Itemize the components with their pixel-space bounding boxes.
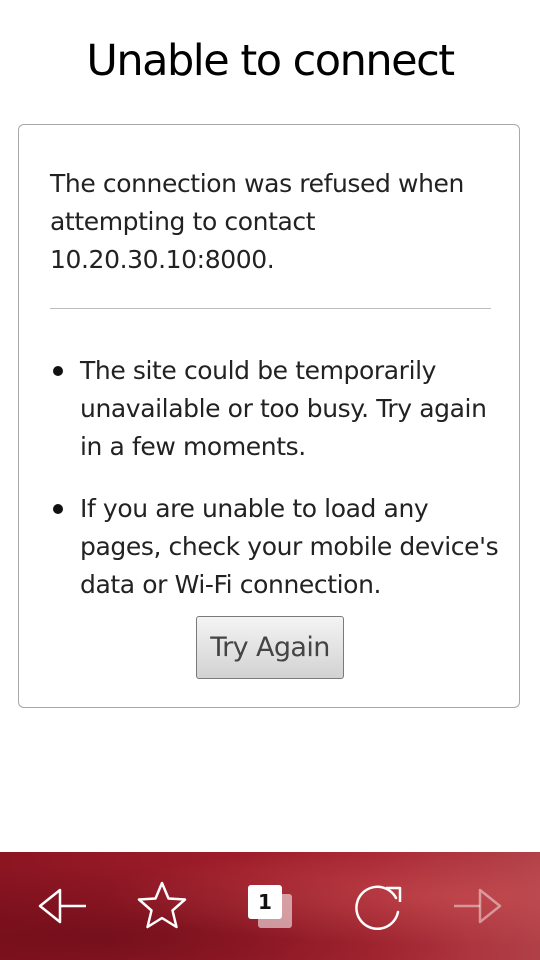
tips-list: The site could be temporarily unavailabl… <box>50 352 500 628</box>
page-title: Unable to connect <box>86 36 455 86</box>
forward-button[interactable] <box>424 852 532 960</box>
bullet-icon <box>53 366 63 376</box>
list-item: If you are unable to load any pages, che… <box>50 490 500 604</box>
error-card: The connection was refused when attempti… <box>18 124 520 708</box>
reload-icon <box>355 885 402 930</box>
list-item: The site could be temporarily unavailabl… <box>50 352 500 466</box>
forward-arrow-icon <box>454 888 502 924</box>
back-arrow-icon <box>38 888 86 924</box>
tab-count: 1 <box>258 890 272 914</box>
tip-text: The site could be temporarily unavailabl… <box>80 356 487 461</box>
tabs-button[interactable]: 1 <box>216 852 324 960</box>
browser-page: Unable to connect The connection was ref… <box>0 0 540 960</box>
reload-button[interactable] <box>324 852 432 960</box>
error-description: The connection was refused when attempti… <box>50 169 464 274</box>
bookmark-button[interactable] <box>108 852 216 960</box>
tip-text: If you are unable to load any pages, che… <box>80 494 499 599</box>
browser-toolbar: 1 <box>0 852 540 960</box>
bullet-icon <box>53 504 63 514</box>
try-again-button[interactable]: Try Again <box>196 616 344 679</box>
back-button[interactable] <box>8 852 116 960</box>
bookmark-star-icon <box>137 881 187 929</box>
divider <box>50 308 491 309</box>
